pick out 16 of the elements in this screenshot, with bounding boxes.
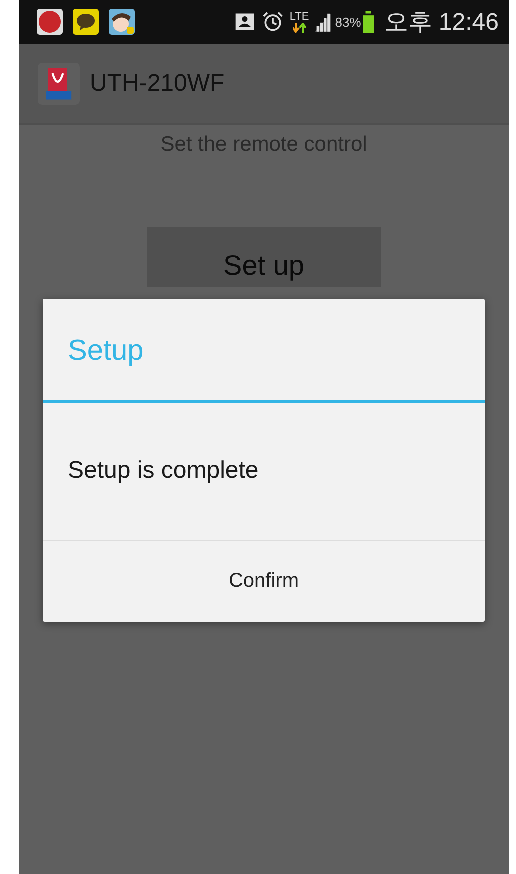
- app-logo-icon: [38, 62, 80, 104]
- circle-app-icon: [37, 9, 63, 35]
- data-arrows-icon: [292, 23, 307, 33]
- chat-bubble-app-icon: [73, 9, 99, 35]
- network-type: LTE: [290, 11, 310, 23]
- battery-percent: 83%: [335, 14, 362, 30]
- confirm-button[interactable]: Confirm: [43, 541, 485, 622]
- picture-icon: [234, 11, 256, 33]
- dialog-title: Setup: [43, 299, 485, 403]
- cartoon-app-icon: [109, 9, 135, 35]
- app-title: UTH-210WF: [90, 70, 225, 98]
- battery-icon: [363, 11, 374, 33]
- signal-icon: [315, 12, 334, 32]
- dialog-message: Setup is complete: [43, 403, 485, 541]
- alarm-clock-icon: [262, 11, 284, 33]
- clock-time: 오후 12:46: [384, 8, 499, 38]
